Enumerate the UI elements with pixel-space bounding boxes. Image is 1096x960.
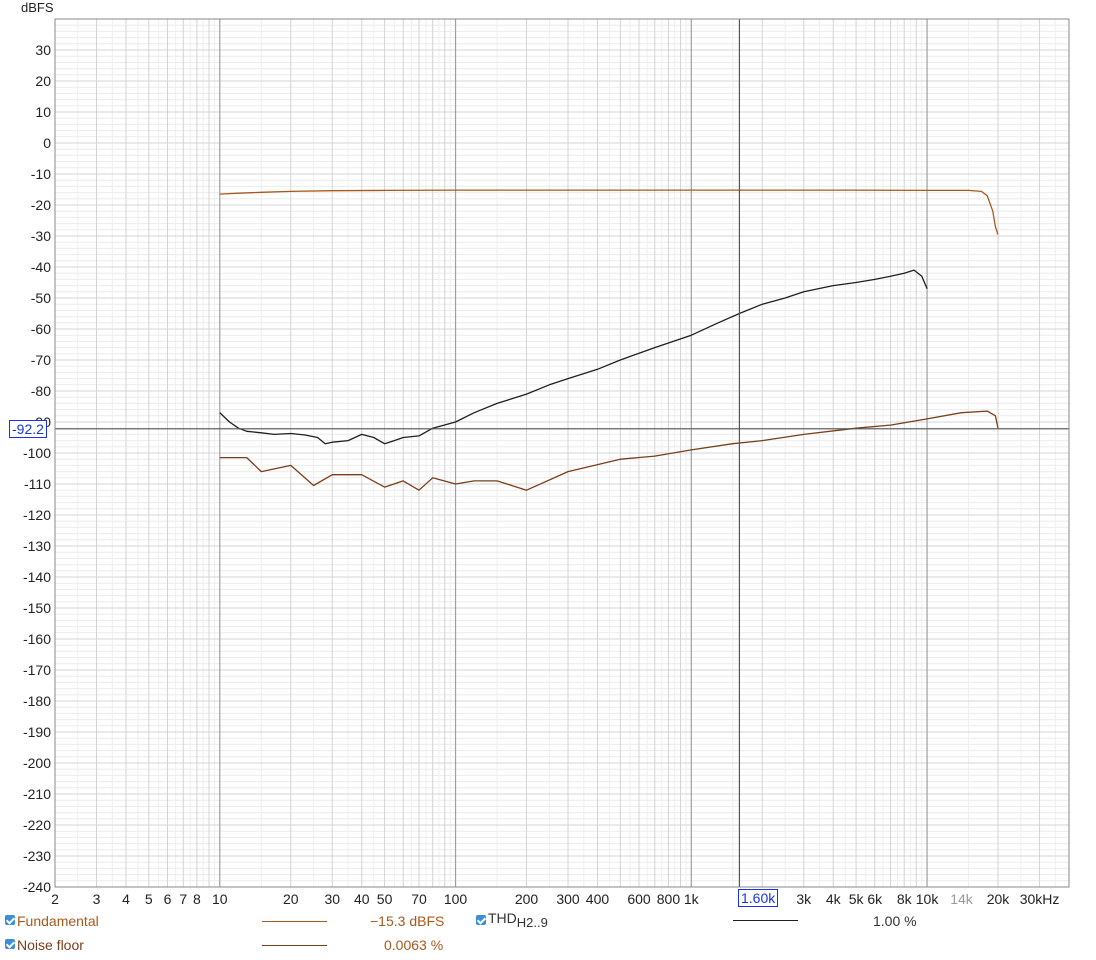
x-tick-label: 100 xyxy=(444,891,468,907)
x-tick-label: 5k xyxy=(849,891,865,907)
thd-label: THDH2..9 xyxy=(488,910,548,930)
x-tick-label: 8 xyxy=(193,891,201,907)
x-tick-label: 20k xyxy=(987,891,1011,907)
y-tick-label: -50 xyxy=(31,290,51,306)
x-tick-label: 6 xyxy=(164,891,172,907)
x-tick-label: 2 xyxy=(51,891,59,907)
x-tick-label: 20 xyxy=(283,891,299,907)
y-tick-label: 0 xyxy=(43,135,51,151)
x-tick-label: 30 xyxy=(324,891,340,907)
x-tick-label: 5 xyxy=(145,891,153,907)
x-tick-label: 10 xyxy=(212,891,228,907)
y-tick-label: -210 xyxy=(23,786,51,802)
x-tick-label: 10k xyxy=(916,891,940,907)
x-tick-label: 50 xyxy=(377,891,393,907)
y-tick-label: 10 xyxy=(35,104,51,120)
y-tick-label: -40 xyxy=(31,259,51,275)
thd-label-sub: H2..9 xyxy=(516,914,548,930)
y-tick-label: -190 xyxy=(23,724,51,740)
thd-checkbox[interactable] xyxy=(476,915,486,925)
x-tick-label: 300 xyxy=(556,891,580,907)
y-tick-label: -220 xyxy=(23,817,51,833)
y-tick-label: -170 xyxy=(23,662,51,678)
noise-value: 0.0063 % xyxy=(384,937,444,953)
noise-label: Noise floor xyxy=(17,937,84,953)
thd-label-main: THD xyxy=(488,910,517,926)
x-axis-ticks: 23456781020304050701002003004006008001kk… xyxy=(51,891,1059,907)
cursor-y-readout[interactable]: -92.2 xyxy=(9,420,47,438)
x-tick-label: 6k xyxy=(867,891,883,907)
y-tick-label: -70 xyxy=(31,352,51,368)
x-tick-label: 30kHz xyxy=(1020,891,1060,907)
x-tick-label: 40 xyxy=(354,891,370,907)
fundamental-swatch xyxy=(262,921,327,922)
y-tick-label: -80 xyxy=(31,383,51,399)
y-tick-label: -20 xyxy=(31,197,51,213)
y-tick-label: -110 xyxy=(24,476,51,492)
x-tick-label: 800 xyxy=(657,891,681,907)
noise-checkbox[interactable] xyxy=(5,939,15,949)
fundamental-line xyxy=(219,189,999,235)
y-tick-label: -100 xyxy=(23,445,51,461)
y-tick-label: -140 xyxy=(23,569,51,585)
y-tick-label: -30 xyxy=(31,228,51,244)
x-tick-label: 3 xyxy=(93,891,101,907)
x-tick-label: 7 xyxy=(179,891,187,907)
noise-swatch xyxy=(262,945,327,946)
y-tick-label: -230 xyxy=(23,848,51,864)
x-tick-label: 400 xyxy=(586,891,610,907)
x-tick-label: 600 xyxy=(627,891,651,907)
thd-value: 1.00 % xyxy=(873,913,917,929)
frequency-response-chart[interactable]: 3020100-10-20-30-40-50-60-70-80-90-100-1… xyxy=(0,0,1096,960)
x-tick-label: 8k xyxy=(897,891,913,907)
cursor-x-readout[interactable]: 1.60k xyxy=(738,889,779,907)
thd-line xyxy=(219,269,928,445)
x-tick-label: 4 xyxy=(122,891,130,907)
y-axis-ticks: 3020100-10-20-30-40-50-60-70-80-90-100-1… xyxy=(23,42,51,895)
y-tick-label: -240 xyxy=(23,879,51,895)
y-tick-label: -130 xyxy=(23,538,51,554)
x-tick-label: 14k xyxy=(950,891,974,907)
noise-floor-line xyxy=(219,410,999,491)
x-tick-label: 3k xyxy=(796,891,812,907)
y-tick-label: 20 xyxy=(35,73,51,89)
x-tick-label: 1k xyxy=(684,891,700,907)
thd-swatch xyxy=(733,920,798,921)
y-tick-label: -120 xyxy=(23,507,51,523)
y-tick-label: -160 xyxy=(23,631,51,647)
series-layer xyxy=(219,189,999,491)
x-tick-label: 4k xyxy=(826,891,842,907)
y-axis-label: dBFS xyxy=(21,0,54,15)
y-tick-label: -60 xyxy=(31,321,51,337)
y-tick-label: -180 xyxy=(23,693,51,709)
x-tick-label: 200 xyxy=(515,891,539,907)
y-tick-label: -10 xyxy=(31,166,51,182)
y-tick-label: -200 xyxy=(23,755,51,771)
y-tick-label: 30 xyxy=(35,42,51,58)
fundamental-checkbox[interactable] xyxy=(5,915,15,925)
fundamental-value: −15.3 dBFS xyxy=(370,913,445,929)
y-tick-label: -150 xyxy=(23,600,51,616)
x-tick-label: 70 xyxy=(411,891,427,907)
fundamental-label: Fundamental xyxy=(17,913,99,929)
